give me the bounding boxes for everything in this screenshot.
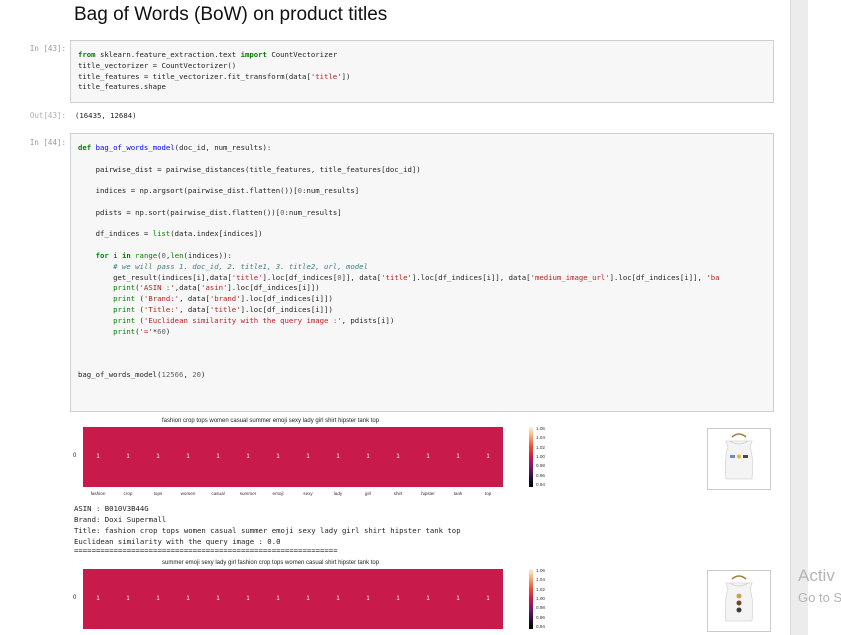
heatmap-2-cell-value: 1 [486,596,490,602]
colorbar-tick-label: 1.04 [536,435,545,441]
heatmap-1-xtick: lady [333,491,343,496]
heatmap-1-cell-value: 1 [486,454,490,460]
heatmap-1-xtick: tank [453,491,463,496]
colorbar-tick-label: 0.94 [536,482,545,487]
colorbar-tick-label: 1.06 [536,426,545,431]
colorbar-tick-label: 1.02 [536,444,545,450]
heatmap-1-xtick: shirt [393,491,403,496]
heatmap-1-cell-value: 1 [276,454,280,460]
heatmap-1-row-label: 0 [73,453,77,459]
colorbar-tick-label: 1.06 [536,568,545,573]
heatmap-1-title: fashion crop tops women casual summer em… [162,418,380,424]
code-cell-43-source[interactable]: from sklearn.feature_extraction.text imp… [78,50,350,93]
heatmap-1-cell-value: 1 [456,454,460,460]
heatmap-1-cell-value: 1 [426,454,430,460]
result-1-asin: ASIN : B010V3B44G [74,504,149,513]
heatmap-1-xtick: crop [123,491,133,496]
heatmap-1 [83,427,503,487]
heatmap-1-cell-value: 1 [216,454,220,460]
heatmap-1-xtick: top [484,491,492,496]
heatmap-2-cell-value: 1 [276,596,280,602]
product-image-1 [707,428,771,490]
heatmap-2-colorbar [529,569,533,629]
heatmap-2-cell-value: 1 [306,596,310,602]
heatmap-2-cell-value: 1 [396,596,400,602]
heatmap-1-xtick: fashion [90,491,106,496]
product-image-2 [707,570,771,632]
right-pane [808,0,841,635]
colorbar-tick-label: 0.96 [536,472,545,478]
colorbar-tick-label: 1.02 [536,586,545,592]
out-prompt-43: Out[43]: [29,111,66,120]
colorbar-tick-label: 1.00 [536,454,545,459]
colorbar-tick-label: 0.94 [536,624,545,629]
heatmap-2-cell-value: 1 [246,596,250,602]
colorbar-tick-label: 0.96 [536,614,545,620]
colorbar-tick-label: 0.98 [536,605,545,611]
heatmap-2-cell-value: 1 [156,596,160,602]
colorbar-tick-label: 0.98 [536,463,545,469]
heatmap-1-cell-value: 1 [96,454,100,460]
heatmap-1-xtick: tops [153,491,163,496]
heatmap-2-row-label: 0 [73,595,77,601]
heatmap-1-xtick: summer [239,491,257,496]
heatmap-2-cell-value: 1 [456,596,460,602]
heatmap-1-cell-value: 1 [336,454,340,460]
section-heading: Bag of Words (BoW) on product titles [74,4,388,25]
heatmap-2-title: summer emoji sexy lady girl fashion crop… [162,560,380,566]
result-1-separator: ========================================… [74,546,338,555]
heatmap-2-cell-value: 1 [126,596,130,602]
result-1-similarity: Euclidean similarity with the query imag… [74,537,281,546]
heatmap-1-xtick: sexy [303,491,313,496]
activate-windows-line2: Go to S [798,590,841,605]
heatmap-2-cell-value: 1 [366,596,370,602]
heatmap-2-cell-value: 1 [186,596,190,602]
heatmap-1-xtick: hipster [421,491,435,496]
colorbar-tick-label: 1.04 [536,577,545,583]
heatmap-1-xtick: girl [364,491,372,496]
heatmap-1-cell-value: 1 [156,454,160,460]
colorbar-tick-label: 1.00 [536,596,545,601]
heatmap-1-xtick: women [180,491,196,496]
in-prompt-44: In [44]: [29,138,66,147]
activate-windows-line1: Activ [798,566,835,585]
code-cell-44[interactable]: def bag_of_words_model(doc_id, num_resul… [70,133,774,412]
heatmap-1-cell-value: 1 [246,454,250,460]
heatmap-1-cell-value: 1 [126,454,130,460]
heatmap-1-cell-value: 1 [186,454,190,460]
heatmap-2-cell-value: 1 [426,596,430,602]
notebook-page: Bag of Words (BoW) on product titles In … [0,0,790,635]
result-1-title: Title: fashion crop tops women casual su… [74,526,461,535]
cell-43-output: (16435, 12684) [75,111,137,120]
heatmap-1-cell-value: 1 [306,454,310,460]
heatmap-2-cell-value: 1 [216,596,220,602]
code-cell-43[interactable]: from sklearn.feature_extraction.text imp… [70,40,774,103]
heatmap-2-cell-value: 1 [96,596,100,602]
heatmap-2 [83,569,503,629]
heatmap-1-xtick: casual [211,491,225,496]
heatmap-1-cell-value: 1 [396,454,400,460]
page-scrollbar[interactable] [790,0,809,635]
heatmap-1-cell-value: 1 [366,454,370,460]
result-1-brand: Brand: Doxi Supermall [74,515,167,524]
heatmap-2-cell-value: 1 [336,596,340,602]
heatmap-1-xtick: emoji [272,491,284,496]
heatmap-1-colorbar [529,427,533,487]
code-cell-44-source[interactable]: def bag_of_words_model(doc_id, num_resul… [78,143,719,381]
in-prompt-43: In [43]: [29,44,66,53]
